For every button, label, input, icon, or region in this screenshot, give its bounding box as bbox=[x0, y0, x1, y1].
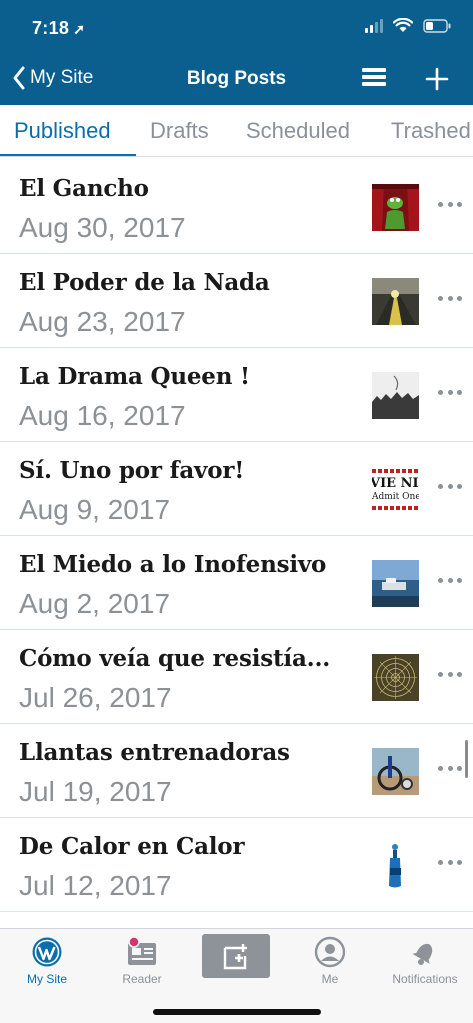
status-time-text: 7:18 bbox=[32, 18, 70, 38]
tabbar-notifications-label: Notifications bbox=[392, 972, 458, 986]
wifi-icon bbox=[393, 18, 413, 33]
location-arrow-icon: ➚ bbox=[73, 21, 86, 37]
app-header: 7:18 ➚ My Site Blog Posts bbox=[0, 0, 473, 105]
post-row[interactable]: La Drama Queen ! Aug 16, 2017 bbox=[0, 348, 473, 442]
ticket-text-main: VIE NIG bbox=[372, 476, 419, 491]
bicycle-training-wheels-thumbnail bbox=[372, 748, 419, 795]
post-list: El Gancho Aug 30, 2017 El Poder de la Na… bbox=[0, 160, 473, 912]
movie-ticket-thumbnail: VIE NIG Admit One bbox=[372, 466, 419, 513]
user-avatar-icon bbox=[314, 936, 346, 968]
post-row[interactable]: Sí. Uno por favor! Aug 9, 2017 VIE NIG A… bbox=[0, 442, 473, 536]
list-view-icon[interactable] bbox=[362, 68, 386, 90]
post-date: Jul 26, 2017 bbox=[19, 682, 172, 713]
post-title: El Gancho bbox=[19, 175, 149, 202]
cellular-signal-icon bbox=[365, 18, 383, 33]
post-title: Llantas entrenadoras bbox=[19, 739, 290, 766]
post-row[interactable]: Cómo veía que resistía... Jul 26, 2017 bbox=[0, 630, 473, 724]
spiderweb-thumbnail bbox=[372, 654, 419, 701]
post-row[interactable]: De Calor en Calor Jul 12, 2017 bbox=[0, 818, 473, 912]
harbor-thumbnail bbox=[372, 560, 419, 607]
back-button[interactable]: My Site bbox=[12, 66, 93, 90]
post-title: La Drama Queen ! bbox=[19, 363, 250, 390]
more-options-icon[interactable] bbox=[438, 760, 462, 776]
post-row[interactable]: Llantas entrenadoras Jul 19, 2017 bbox=[0, 724, 473, 818]
status-time: 7:18 ➚ bbox=[32, 18, 85, 39]
post-date: Jul 12, 2017 bbox=[19, 870, 172, 901]
more-options-icon[interactable] bbox=[438, 290, 462, 306]
post-date: Aug 16, 2017 bbox=[19, 400, 186, 431]
plus-icon bbox=[425, 67, 449, 91]
bw-landscape-thumbnail bbox=[372, 372, 419, 419]
more-options-icon[interactable] bbox=[438, 572, 462, 588]
back-button-label: My Site bbox=[30, 67, 94, 88]
post-title: El Miedo a lo Inofensivo bbox=[19, 551, 327, 578]
water-bottle-thumbnail bbox=[372, 842, 419, 889]
kermit-theater-thumbnail bbox=[372, 184, 419, 231]
status-indicators bbox=[365, 18, 451, 33]
post-title: El Poder de la Nada bbox=[19, 269, 270, 296]
road-sunset-thumbnail bbox=[372, 278, 419, 325]
post-row[interactable]: El Poder de la Nada Aug 23, 2017 bbox=[0, 254, 473, 348]
chevron-left-icon bbox=[13, 66, 25, 90]
tabbar-me-label: Me bbox=[321, 972, 339, 986]
post-date: Aug 30, 2017 bbox=[19, 212, 186, 243]
compose-icon bbox=[223, 944, 247, 970]
more-options-icon[interactable] bbox=[438, 196, 462, 212]
active-tab-underline bbox=[0, 154, 136, 156]
post-title: Cómo veía que resistía... bbox=[19, 645, 331, 672]
more-options-icon[interactable] bbox=[438, 854, 462, 870]
post-status-tabs: Published Drafts Scheduled Trashed bbox=[0, 105, 473, 157]
tabbar-me[interactable]: Me bbox=[285, 935, 375, 986]
post-date: Aug 2, 2017 bbox=[19, 588, 171, 619]
post-row[interactable]: El Miedo a lo Inofensivo Aug 2, 2017 bbox=[0, 536, 473, 630]
more-options-icon[interactable] bbox=[438, 384, 462, 400]
battery-icon bbox=[423, 18, 451, 33]
tabbar-notifications[interactable]: Notifications bbox=[380, 935, 470, 986]
add-post-button[interactable] bbox=[424, 66, 450, 92]
post-row[interactable]: El Gancho Aug 30, 2017 bbox=[0, 160, 473, 254]
more-options-icon[interactable] bbox=[438, 666, 462, 682]
tabbar-my-site[interactable]: My Site bbox=[2, 935, 92, 986]
post-date: Aug 9, 2017 bbox=[19, 494, 171, 525]
post-title: De Calor en Calor bbox=[19, 833, 245, 860]
tab-drafts[interactable]: Drafts bbox=[150, 118, 209, 144]
reader-icon bbox=[128, 937, 156, 965]
wordpress-icon bbox=[32, 937, 62, 967]
post-date: Jul 19, 2017 bbox=[19, 776, 172, 807]
post-date: Aug 23, 2017 bbox=[19, 306, 186, 337]
tab-trashed[interactable]: Trashed bbox=[391, 118, 471, 144]
home-indicator[interactable] bbox=[153, 1009, 321, 1015]
post-title: Sí. Uno por favor! bbox=[19, 457, 245, 484]
bell-icon bbox=[412, 943, 433, 965]
tab-scheduled[interactable]: Scheduled bbox=[246, 118, 350, 144]
new-post-button[interactable] bbox=[202, 934, 270, 978]
tab-published[interactable]: Published bbox=[14, 118, 111, 144]
tabbar-reader[interactable]: Reader bbox=[97, 935, 187, 986]
ticket-text-sub: Admit One bbox=[372, 492, 419, 502]
scrollbar[interactable] bbox=[465, 740, 468, 778]
more-options-icon[interactable] bbox=[438, 478, 462, 494]
tabbar-my-site-label: My Site bbox=[26, 972, 67, 986]
tabbar-reader-label: Reader bbox=[122, 972, 162, 986]
